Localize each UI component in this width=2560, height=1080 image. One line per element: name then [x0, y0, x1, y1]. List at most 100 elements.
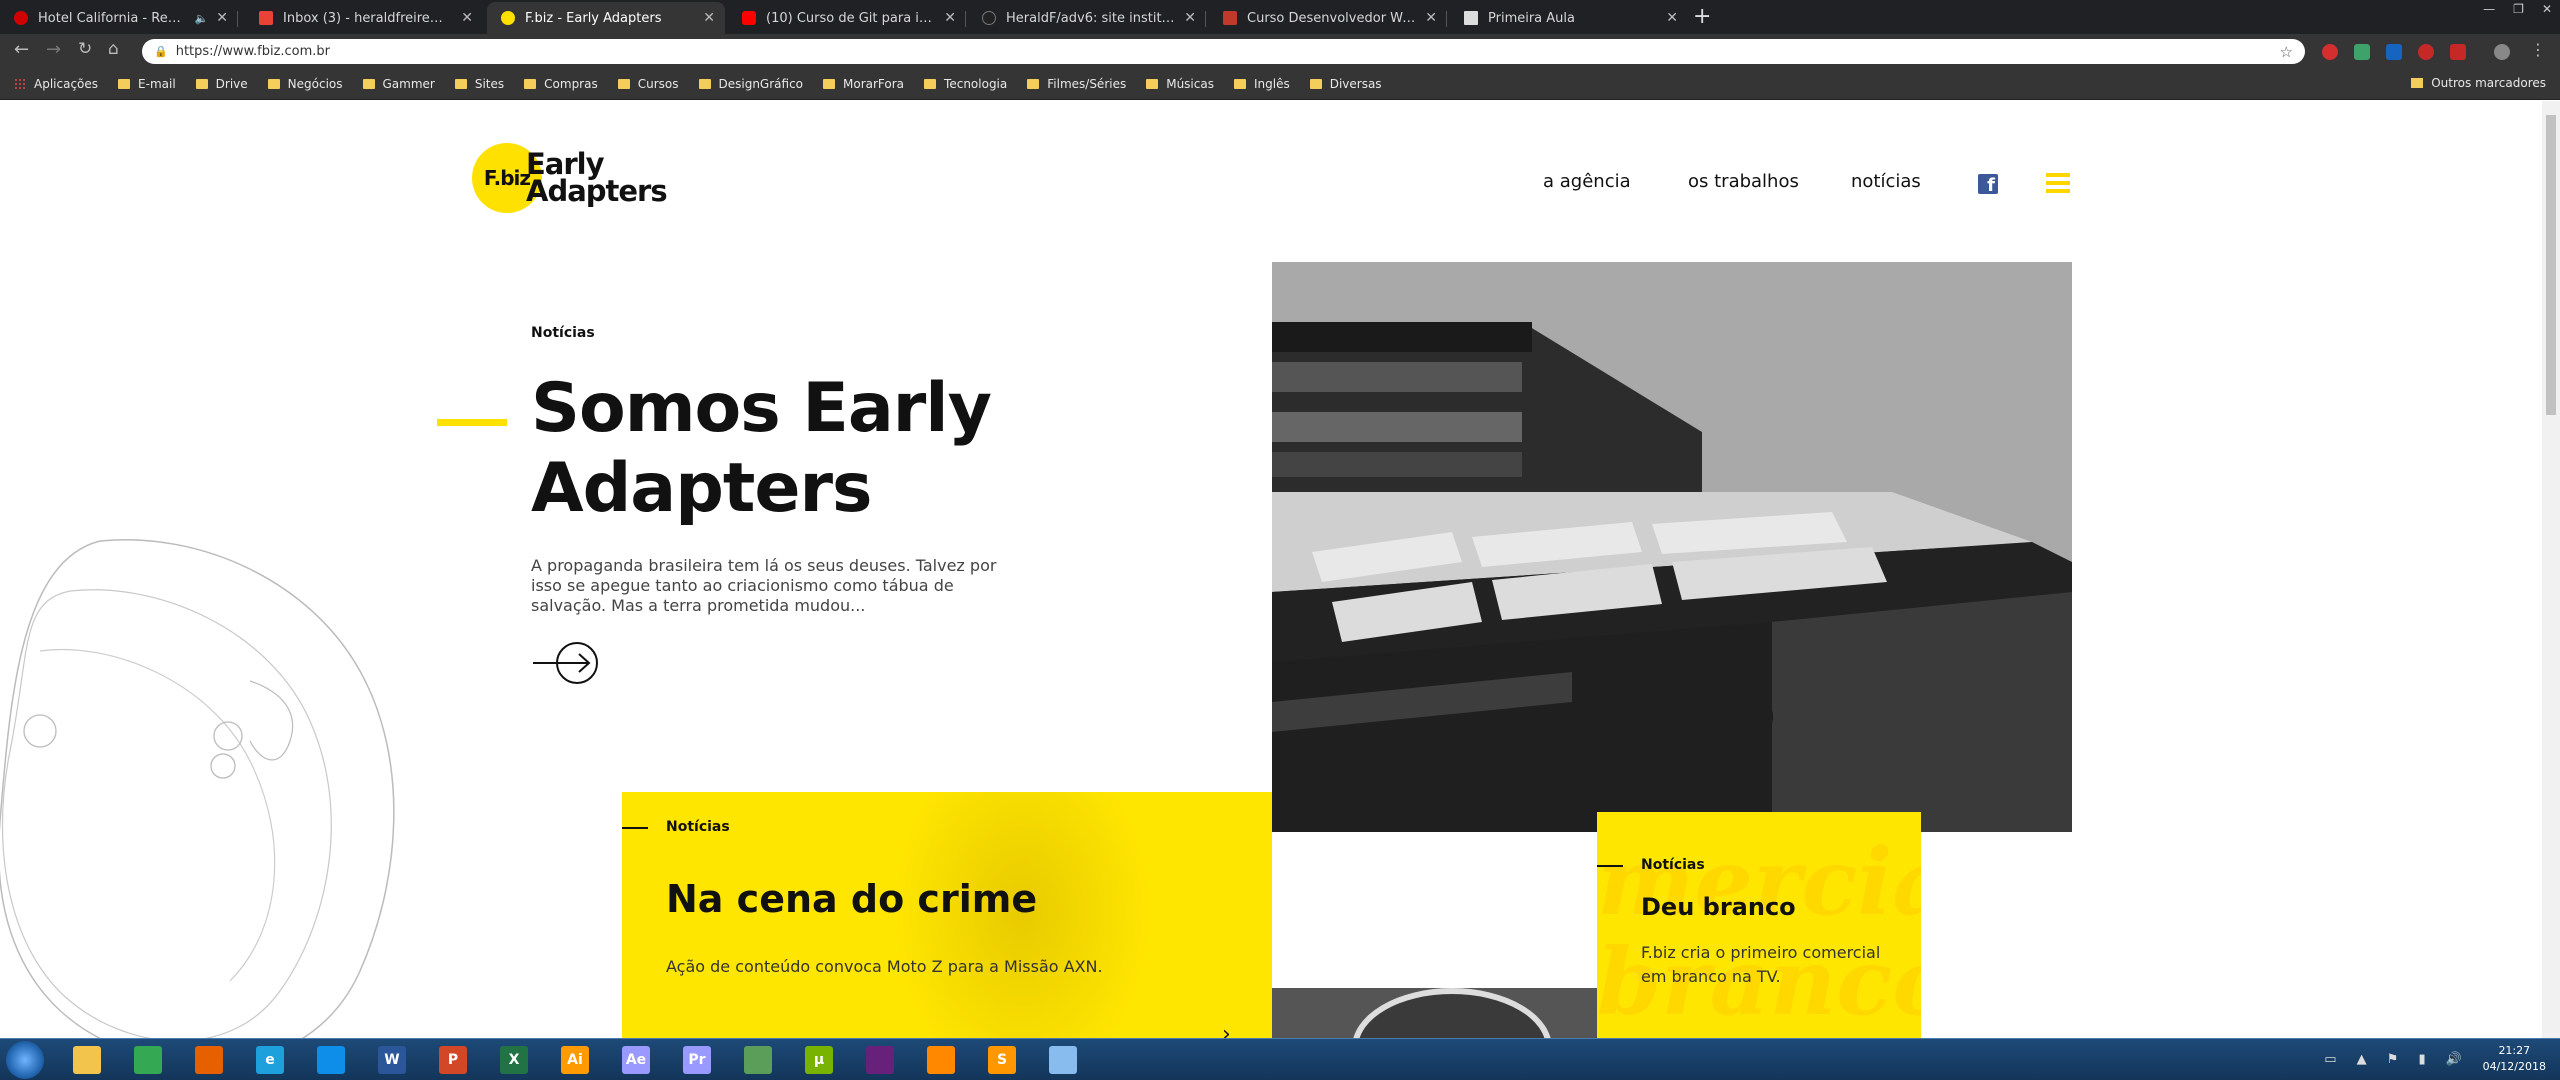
utility-taskbar-icon[interactable] [733, 1043, 783, 1077]
close-window-icon[interactable]: ✕ [2542, 2, 2552, 16]
nav-agencia[interactable]: a agência [1543, 171, 1631, 192]
utorrent-taskbar-icon[interactable]: µ [794, 1043, 844, 1077]
readlater-extension-icon[interactable] [2418, 44, 2434, 60]
card-arrow-icon[interactable]: › [1222, 1022, 1231, 1038]
browser-tab[interactable]: Hotel California - Remastered 🔈 ✕ [0, 2, 238, 34]
browser-tab-active[interactable]: F.biz - Early Adapters ✕ [487, 2, 725, 34]
bookmark-folder[interactable]: DesignGráfico [698, 77, 803, 91]
powerpoint-taskbar-icon[interactable]: P [428, 1043, 478, 1077]
browser-tab[interactable]: (10) Curso de Git para iniciantes ✕ [728, 2, 966, 34]
illustrator-taskbar-icon[interactable]: Ai [550, 1043, 600, 1077]
start-button-icon[interactable] [6, 1041, 44, 1079]
back-icon[interactable]: ← [14, 39, 29, 60]
folder-icon [118, 78, 131, 89]
restore-icon[interactable]: ❐ [2513, 2, 2524, 16]
read-more-arrow-icon[interactable] [533, 641, 603, 685]
word-taskbar-icon[interactable]: W [367, 1043, 417, 1077]
bookmark-folder[interactable]: Drive [195, 76, 248, 91]
powerpoint-icon: P [439, 1046, 467, 1074]
close-tab-icon[interactable]: ✕ [461, 10, 473, 26]
fbiz-logo[interactable]: F.biz Early Adapters [472, 143, 668, 213]
audio-icon[interactable]: 🔈 [195, 12, 209, 25]
close-tab-icon[interactable]: ✕ [1425, 10, 1437, 26]
other-bookmarks[interactable]: Outros marcadores [2411, 76, 2546, 90]
folder-icon [362, 78, 375, 89]
bookmark-folder[interactable]: Filmes/Séries [1027, 77, 1126, 91]
browser-tab[interactable]: HeraldF/adv6: site institucional A ✕ [968, 2, 1206, 34]
sublime-taskbar-icon[interactable]: S [977, 1043, 1027, 1077]
after-effects-taskbar-icon[interactable]: Ae [611, 1043, 661, 1077]
portrait-image [1352, 988, 1552, 1038]
page-scrollbar[interactable] [2542, 101, 2560, 1038]
bookmark-folder[interactable]: Diversas [1309, 76, 1382, 91]
menu-kebab-icon[interactable]: ⋮ [2530, 40, 2546, 59]
hero-title: Somos Early Adapters [531, 369, 992, 528]
tab-separator [1446, 11, 1447, 27]
bookmark-label: Diversas [1329, 76, 1382, 91]
decorative-swirl-lines [0, 539, 395, 1038]
bookmark-folder[interactable]: Cursos [617, 77, 679, 91]
profile-icon[interactable] [2494, 44, 2510, 60]
bookmark-folder[interactable]: Negócios [267, 77, 343, 91]
pinterest-extension-icon[interactable] [2322, 44, 2338, 60]
app-taskbar-icon[interactable] [1038, 1043, 1088, 1077]
card-photo-portrait[interactable] [1272, 988, 1597, 1038]
browser-tab[interactable]: Curso Desenvolvedor Web Comp ✕ [1209, 2, 1447, 34]
tab-favicon-icon [501, 11, 515, 25]
mail-extension-icon[interactable] [2354, 44, 2370, 60]
firefox-taskbar-icon[interactable] [184, 1043, 234, 1077]
bookmark-folder[interactable]: Tecnologia [924, 77, 1007, 91]
close-tab-icon[interactable]: ✕ [944, 10, 956, 26]
vlc-icon [927, 1046, 955, 1074]
facebook-icon[interactable]: f [1978, 174, 1998, 194]
close-tab-icon[interactable]: ✕ [703, 10, 715, 26]
card-category: Notícias [666, 819, 730, 835]
clock[interactable]: 21:27 04/12/2018 [2483, 1043, 2546, 1075]
minimize-icon[interactable]: — [2483, 2, 2495, 16]
teamviewer-icon [317, 1046, 345, 1074]
hamburger-menu-icon[interactable] [2046, 173, 2070, 197]
bookmark-folder[interactable]: MorarFora [823, 77, 904, 91]
close-tab-icon[interactable]: ✕ [1666, 10, 1678, 26]
visual-studio-taskbar-icon[interactable] [855, 1043, 905, 1077]
tab-favicon-icon [742, 11, 756, 25]
excel-taskbar-icon[interactable]: X [489, 1043, 539, 1077]
bookmark-folder[interactable]: Músicas [1146, 77, 1214, 91]
scrollbar-thumb[interactable] [2546, 115, 2556, 415]
card-description: F.biz cria o primeiro comercial em branc… [1641, 943, 1881, 986]
bookmark-folder[interactable]: Sites [454, 77, 504, 91]
bookmark-label: Músicas [1166, 76, 1214, 91]
bookmark-folder[interactable]: Compras [524, 77, 598, 91]
vlc-taskbar-icon[interactable] [916, 1043, 966, 1077]
address-bar[interactable]: 🔒 https://www.fbiz.com.br ☆ [142, 39, 2305, 64]
translate-extension-icon[interactable] [2386, 44, 2402, 60]
apps-grid-icon [14, 77, 26, 90]
bookmark-star-icon[interactable]: ☆ [2280, 43, 2293, 61]
news-card-crime[interactable]: Notícias Na cena do crime Ação de conteú… [622, 792, 1272, 1038]
bookmark-folder[interactable]: E-mail [118, 77, 176, 91]
news-card-deu-branco[interactable]: mercialbranco Notícias Deu branco F.biz … [1597, 812, 1921, 1038]
bookmark-label: Drive [215, 76, 248, 91]
reload-icon[interactable]: ↻ [78, 39, 92, 59]
bookmark-apps[interactable]: Aplicações [14, 77, 98, 91]
bookmark-folder[interactable]: Inglês [1233, 77, 1290, 91]
bookmark-folder[interactable]: Gammer [362, 77, 435, 91]
ie-taskbar-icon[interactable]: e [245, 1043, 295, 1077]
explorer-taskbar-icon[interactable] [62, 1043, 112, 1077]
nav-trabalhos[interactable]: os trabalhos [1688, 171, 1799, 192]
chrome-taskbar-icon[interactable] [123, 1043, 173, 1077]
premiere-taskbar-icon[interactable]: Pr [672, 1043, 722, 1077]
forward-icon[interactable]: → [46, 39, 61, 60]
close-tab-icon[interactable]: ✕ [216, 10, 228, 26]
browser-tab[interactable]: Primeira Aula ✕ [1450, 2, 1688, 34]
home-icon[interactable]: ⌂ [108, 39, 119, 59]
new-tab-icon[interactable]: + [1693, 4, 1711, 29]
browser-tab[interactable]: Inbox (3) - heraldfreire@gmail.com ✕ [245, 2, 483, 34]
adblock-extension-icon[interactable] [2450, 44, 2466, 60]
system-tray-icons[interactable]: ▭ ▲ ⚑ ▮ 🔊 [2324, 1052, 2470, 1067]
folder-icon [524, 78, 537, 89]
hero-category: Notícias [531, 325, 595, 341]
close-tab-icon[interactable]: ✕ [1184, 10, 1196, 26]
teamviewer-taskbar-icon[interactable] [306, 1043, 356, 1077]
nav-noticias[interactable]: notícias [1851, 171, 1921, 192]
